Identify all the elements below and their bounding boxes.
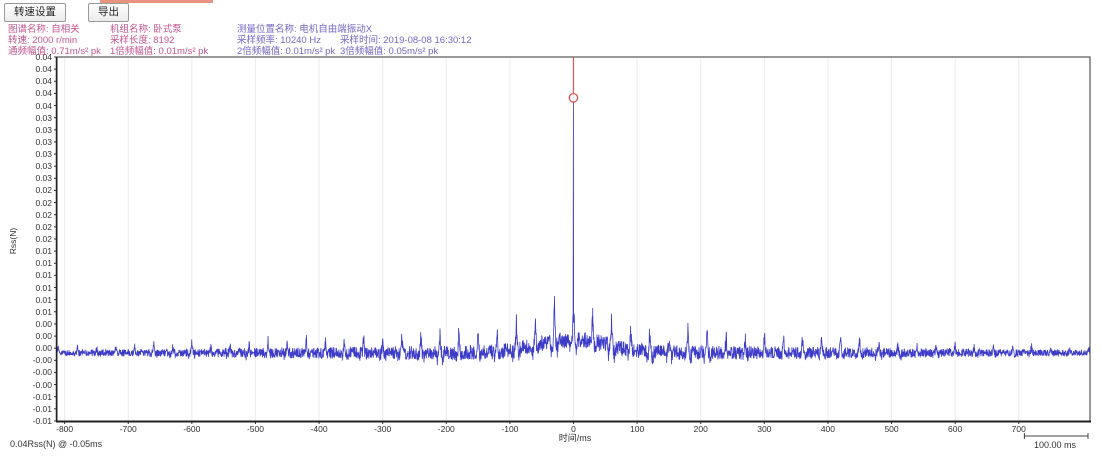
- y-tick-label: -0.01: [22, 404, 52, 414]
- y-tick-label: 0.04: [22, 101, 52, 111]
- autocorrelation-chart[interactable]: [0, 0, 1102, 456]
- y-tick-label: 0.01: [22, 307, 52, 317]
- y-tick-label: -0.01: [22, 392, 52, 402]
- y-tick-label: -0.00: [22, 367, 52, 377]
- x-tick-label: 300: [757, 424, 771, 434]
- x-tick-label: -800: [56, 424, 73, 434]
- x-tick-label: -100: [501, 424, 518, 434]
- y-tick-label: 0.04: [22, 88, 52, 98]
- y-tick-label: 0.04: [22, 76, 52, 86]
- y-tick-label: 0.03: [22, 173, 52, 183]
- x-tick-label: -700: [120, 424, 137, 434]
- x-tick-label: -600: [183, 424, 200, 434]
- y-tick-label: 0.04: [22, 52, 52, 62]
- y-tick-label: 0.02: [22, 234, 52, 244]
- x-tick-label: 200: [694, 424, 708, 434]
- y-tick-label: 0.02: [22, 222, 52, 232]
- y-tick-label: 0.03: [22, 125, 52, 135]
- y-axis-label: Rss(N): [8, 219, 18, 263]
- cursor-readout: 0.04Rss(N) @ -0.05ms: [10, 439, 102, 449]
- y-tick-label: 0.01: [22, 283, 52, 293]
- x-tick-label: 400: [821, 424, 835, 434]
- x-tick-label: -500: [247, 424, 264, 434]
- y-tick-label: 0.03: [22, 113, 52, 123]
- x-tick-label: 700: [1012, 424, 1026, 434]
- y-tick-label: 0.04: [22, 64, 52, 74]
- y-tick-label: 0.00: [22, 343, 52, 353]
- x-tick-label: -400: [311, 424, 328, 434]
- y-tick-label: 0.01: [22, 270, 52, 280]
- y-tick-label: 0.02: [22, 185, 52, 195]
- y-tick-label: -0.00: [22, 355, 52, 365]
- y-tick-label: 0.03: [22, 149, 52, 159]
- x-tick-label: 600: [948, 424, 962, 434]
- y-tick-label: 0.01: [22, 258, 52, 268]
- y-tick-label: 0.02: [22, 210, 52, 220]
- scale-bar-label: 100.00 ms: [1022, 440, 1088, 450]
- y-tick-label: 0.00: [22, 331, 52, 341]
- x-tick-label: 100: [630, 424, 644, 434]
- y-tick-label: -0.00: [22, 380, 52, 390]
- y-tick-label: 0.01: [22, 295, 52, 305]
- x-tick-label: -300: [374, 424, 391, 434]
- x-axis-label: 时间/ms: [553, 431, 597, 444]
- y-tick-label: 0.03: [22, 161, 52, 171]
- x-tick-label: 500: [884, 424, 898, 434]
- y-tick-label: 0.01: [22, 246, 52, 256]
- x-tick-label: -200: [438, 424, 455, 434]
- y-tick-label: 0.03: [22, 137, 52, 147]
- autocorrelation-analysis-window: 转速设置 导出 图谱名称: 自相关 机组名称: 卧式泵 测量位置名称: 电机自由…: [0, 0, 1102, 456]
- y-tick-label: 0.00: [22, 319, 52, 329]
- y-tick-label: -0.01: [22, 416, 52, 426]
- y-tick-label: 0.02: [22, 198, 52, 208]
